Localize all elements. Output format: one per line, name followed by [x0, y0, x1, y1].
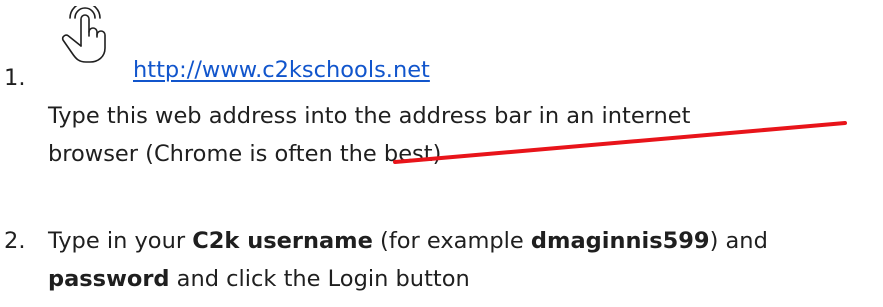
password-label: password — [48, 266, 170, 292]
red-underline-stroke — [393, 121, 847, 164]
step-2-line-1: Type in your C2k username (for example d… — [48, 226, 768, 256]
example-username: dmaginnis599 — [530, 228, 710, 254]
step-2-line-2: password and click the Login button — [48, 264, 470, 294]
step-2-text-a: Type in your — [48, 228, 193, 254]
step-2-number: 2. — [4, 228, 26, 254]
step-2-text-b: (for example — [372, 228, 531, 254]
step-2-text-d: and click the Login button — [169, 266, 470, 292]
username-label: C2k username — [192, 228, 373, 254]
step-2-text-c: ) and — [709, 228, 768, 254]
